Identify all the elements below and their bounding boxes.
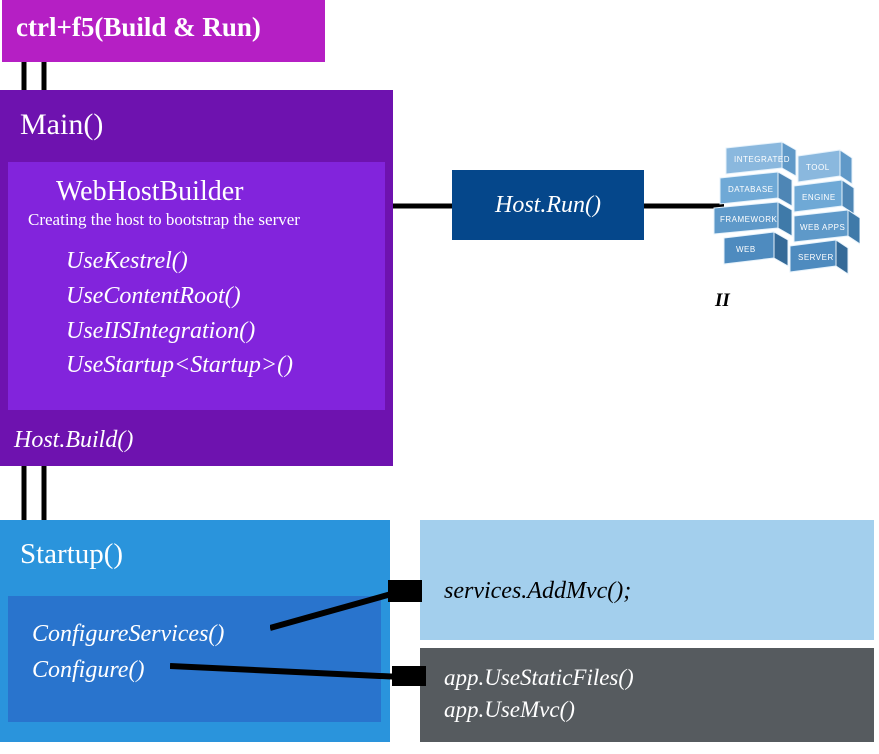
ctrl-f5-label: ctrl+f5(Build & Run) [16, 12, 261, 42]
cube-database: DATABASE [728, 185, 774, 194]
startup-title: Startup() [20, 538, 370, 571]
configure-body-box: app.UseStaticFiles() app.UseMvc() [420, 648, 874, 742]
webhostbuilder-box: WebHostBuilder Creating the host to boot… [8, 162, 385, 410]
main-title: Main() [20, 108, 373, 142]
method-configure: Configure() [32, 652, 357, 688]
method-usestartup: UseStartup<Startup>() [66, 348, 375, 383]
host-build-label: Host.Build() [14, 427, 133, 454]
cube-tool: TOOL [806, 163, 830, 172]
method-configureservices: ConfigureServices() [32, 616, 357, 652]
connector-main-to-startup [18, 466, 58, 520]
cube-web: WEB [736, 245, 756, 254]
method-useiisintegration: UseIISIntegration() [66, 314, 375, 349]
startup-inner-box: ConfigureServices() Configure() [8, 596, 381, 722]
server-stack-illustration: INTEGRATED TOOL DATABASE ENGINE FRAMEWOR… [710, 130, 860, 280]
connector-main-to-hostrun [393, 200, 452, 212]
ctrl-f5-box: ctrl+f5(Build & Run) [2, 0, 325, 62]
hostrun-label: Host.Run() [495, 192, 601, 218]
webhostbuilder-subtitle: Creating the host to bootstrap the serve… [28, 210, 375, 230]
webhostbuilder-methods: UseKestrel() UseContentRoot() UseIISInte… [66, 244, 375, 383]
main-box: Main() WebHostBuilder Creating the host … [0, 90, 393, 466]
hostrun-box: Host.Run() [452, 170, 644, 240]
server-label: II [715, 290, 730, 312]
cube-webapps: WEB APPS [800, 223, 845, 232]
cube-integrated: INTEGRATED [734, 155, 790, 164]
cube-engine: ENGINE [802, 193, 836, 202]
addmvc-box: services.AddMvc(); [420, 520, 874, 640]
configure-line2: app.UseMvc() [444, 694, 850, 726]
connector-ctrl-to-main [18, 62, 58, 90]
cube-framework: FRAMEWORK [720, 215, 778, 224]
startup-box: Startup() ConfigureServices() Configure(… [0, 520, 390, 742]
cube-server: SERVER [798, 253, 834, 262]
webhostbuilder-title: WebHostBuilder [56, 176, 375, 208]
method-usekestrel: UseKestrel() [66, 244, 375, 279]
method-usecontentroot: UseContentRoot() [66, 279, 375, 314]
addmvc-label: services.AddMvc(); [444, 578, 631, 604]
configure-line1: app.UseStaticFiles() [444, 662, 850, 694]
